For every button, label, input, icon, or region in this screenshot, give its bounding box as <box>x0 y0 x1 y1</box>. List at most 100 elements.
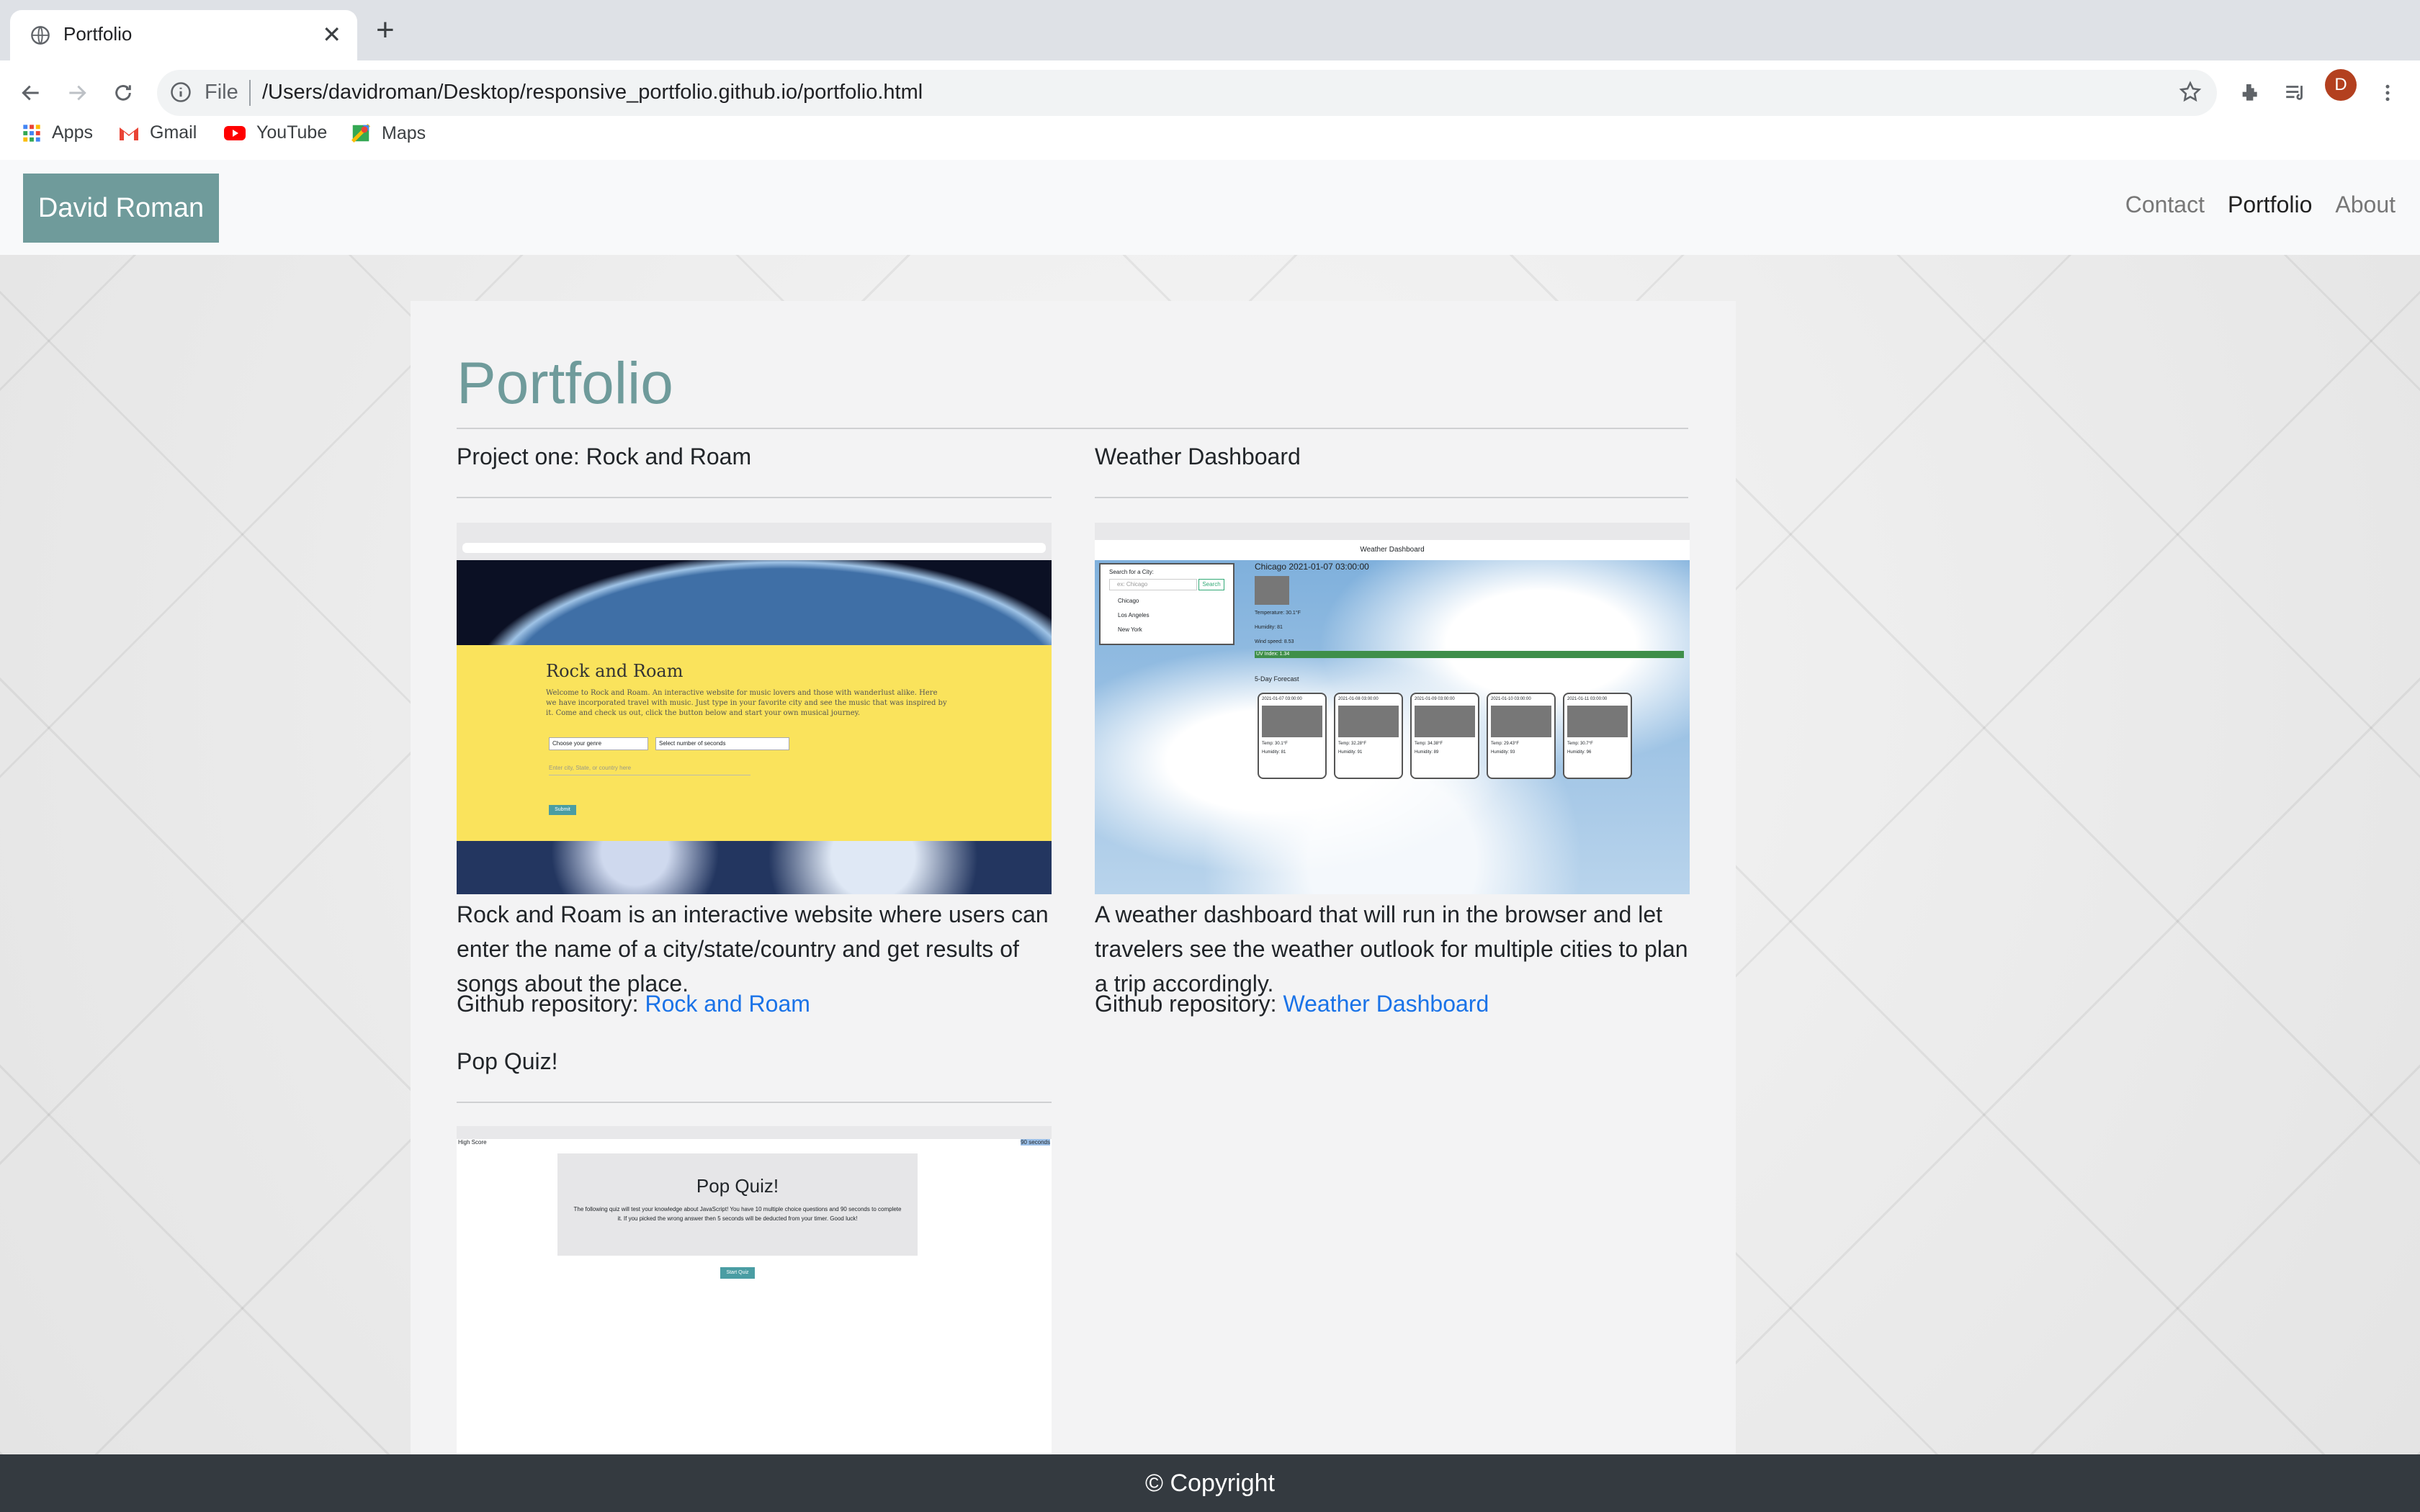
bookmark-label: Maps <box>382 122 426 143</box>
forecast-temp: Temp: 34.38°F <box>1415 742 1443 746</box>
mini-select-seconds: Select number of seconds <box>655 737 789 750</box>
forecast-cloud-icon <box>1262 706 1322 737</box>
bookmark-apps[interactable]: Apps <box>22 122 93 143</box>
mini-quiz-box: Pop Quiz! The following quiz will test y… <box>557 1153 918 1256</box>
gmail-icon <box>120 127 138 140</box>
globe-icon <box>31 26 50 45</box>
mini-forecast-card: 2021-01-09 03:00:00 Temp: 34.38°F Humidi… <box>1410 693 1479 779</box>
bookmark-gmail[interactable]: Gmail <box>118 122 197 143</box>
nav-about[interactable]: About <box>2335 192 2396 218</box>
project-repo-line: Github repository: Rock and Roam <box>457 991 810 1017</box>
more-menu-icon[interactable] <box>2370 75 2406 111</box>
mini-title: Weather Dashboard <box>1360 546 1425 554</box>
address-url[interactable]: /Users/davidroman/Desktop/responsive_por… <box>262 81 923 104</box>
forecast-date: 2021-01-11 03:00:00 <box>1567 697 1608 701</box>
mini-forecast-card: 2021-01-08 03:00:00 Temp: 32.28°F Humidi… <box>1334 693 1403 779</box>
maps-icon <box>351 123 371 143</box>
project-divider <box>1095 497 1688 498</box>
nav-portfolio[interactable]: Portfolio <box>2228 192 2312 218</box>
mini-search-button: Search <box>1198 579 1224 590</box>
repo-prefix: Github repository: <box>1095 991 1277 1017</box>
project-heading-weather-dashboard: Weather Dashboard <box>1095 444 1301 469</box>
mini-forecast-row: 2021-01-07 03:00:00 Temp: 30.1°F Humidit… <box>1258 693 1632 779</box>
page-viewport: David Roman Contact Portfolio About Port… <box>0 160 2420 1454</box>
mini-start-button: Start Quiz <box>720 1267 755 1279</box>
title-divider <box>457 428 1688 429</box>
mini-wind: Wind speed: 8.53 <box>1255 639 1294 644</box>
forecast-date: 2021-01-09 03:00:00 <box>1415 697 1455 701</box>
mini-forecast-card: 2021-01-07 03:00:00 Temp: 30.1°F Humidit… <box>1258 693 1327 779</box>
portfolio-card: Portfolio Project one: Rock and Roam Roc… <box>411 301 1736 1454</box>
weather-dashboard-screenshot: Weather Dashboard Search for a City: ex:… <box>1095 523 1690 894</box>
mini-timer: 90 seconds <box>1021 1139 1050 1146</box>
mini-forecast-card: 2021-01-11 03:00:00 Temp: 30.7°F Humidit… <box>1563 693 1632 779</box>
reload-icon[interactable] <box>105 75 141 111</box>
mini-header: Weather Dashboard <box>1095 540 1690 560</box>
nav-links: Contact Portfolio About <box>2125 192 2396 218</box>
repo-prefix: Github repository: <box>457 991 639 1017</box>
profile-avatar[interactable]: D <box>2325 69 2357 101</box>
mini-title: Rock and Roam <box>546 661 684 681</box>
mini-text: The following quiz will test your knowle… <box>573 1206 902 1222</box>
repo-link-rock-and-roam[interactable]: Rock and Roam <box>645 991 810 1017</box>
mini-temp: Temperature: 30.1°F <box>1255 611 1301 616</box>
bookmark-label: Gmail <box>150 122 197 143</box>
mini-humidity: Humidity: 81 <box>1255 625 1283 630</box>
rock-and-roam-hero: Rock and Roam Welcome to Rock and Roam. … <box>457 645 1052 841</box>
mini-text: Welcome to Rock and Roam. An interactive… <box>546 689 947 717</box>
forecast-cloud-icon <box>1338 706 1399 737</box>
mini-search-panel: Search for a City: ex: Chicago Search Ch… <box>1099 563 1234 645</box>
info-icon[interactable] <box>170 81 192 103</box>
mini-forecast-card: 2021-01-10 03:00:00 Temp: 29.43°F Humidi… <box>1487 693 1556 779</box>
forecast-temp: Temp: 30.7°F <box>1567 742 1593 746</box>
project-heading-rock-and-roam: Project one: Rock and Roam <box>457 444 752 469</box>
reading-list-icon[interactable] <box>2277 75 2313 111</box>
youtube-icon <box>224 125 246 140</box>
forward-icon[interactable] <box>59 75 95 111</box>
bookmark-label: YouTube <box>256 122 328 143</box>
mini-search-input: ex: Chicago <box>1109 579 1197 590</box>
bookmark-youtube[interactable]: YouTube <box>223 122 327 143</box>
repo-link-weather-dashboard[interactable]: Weather Dashboard <box>1283 991 1489 1017</box>
page-title: Portfolio <box>457 351 673 416</box>
brand-logo[interactable]: David Roman <box>23 174 219 243</box>
forecast-date: 2021-01-07 03:00:00 <box>1262 697 1302 701</box>
forecast-humidity: Humidity: 91 <box>1338 750 1363 755</box>
bookmark-maps[interactable]: Maps <box>350 122 426 144</box>
project-divider <box>457 1102 1052 1103</box>
mini-uv: UV Index: 1.34 <box>1256 652 1290 657</box>
forecast-cloud-icon <box>1415 706 1475 737</box>
forecast-temp: Temp: 29.43°F <box>1491 742 1520 746</box>
concert-banner <box>457 841 1052 894</box>
bookmark-star-icon[interactable] <box>2178 80 2202 104</box>
mini-forecast-title: 5-Day Forecast <box>1255 675 1299 683</box>
forecast-date: 2021-01-08 03:00:00 <box>1338 697 1379 701</box>
browser-toolbar: File /Users/davidroman/Desktop/responsiv… <box>0 60 2420 173</box>
mini-browser-chrome <box>457 1126 1052 1139</box>
mini-title: Pop Quiz! <box>696 1175 779 1197</box>
forecast-humidity: Humidity: 89 <box>1415 750 1439 755</box>
forecast-temp: Temp: 30.1°F <box>1262 742 1288 746</box>
forecast-humidity: Humidity: 93 <box>1491 750 1515 755</box>
address-scheme: File <box>205 81 238 104</box>
mini-search-label: Search for a City: <box>1109 569 1154 575</box>
forecast-humidity: Humidity: 96 <box>1567 750 1592 755</box>
mini-uv-bar: UV Index: 1.34 <box>1255 651 1684 658</box>
mini-current-city: Chicago 2021-01-07 03:00:00 <box>1255 562 1369 572</box>
forecast-humidity: Humidity: 81 <box>1262 750 1286 755</box>
bookmark-label: Apps <box>52 122 93 143</box>
back-icon[interactable] <box>13 75 49 111</box>
site-navbar: David Roman Contact Portfolio About <box>0 160 2420 255</box>
mini-city-item: Chicago <box>1118 598 1139 604</box>
close-tab-icon[interactable]: ✕ <box>322 20 341 49</box>
new-tab-icon[interactable]: + <box>376 14 395 46</box>
mini-cloud-icon <box>1255 576 1289 605</box>
mini-city-item: New York <box>1118 626 1142 633</box>
extensions-icon[interactable] <box>2231 75 2267 111</box>
nav-contact[interactable]: Contact <box>2125 192 2205 218</box>
address-bar[interactable]: File /Users/davidroman/Desktop/responsiv… <box>157 70 2217 116</box>
mini-select-genre: Choose your genre <box>549 737 648 750</box>
pop-quiz-screenshot: High Score 90 seconds Pop Quiz! The foll… <box>457 1126 1052 1454</box>
tab-title: Portfolio <box>63 23 133 45</box>
browser-tab[interactable]: Portfolio ✕ <box>10 10 357 60</box>
